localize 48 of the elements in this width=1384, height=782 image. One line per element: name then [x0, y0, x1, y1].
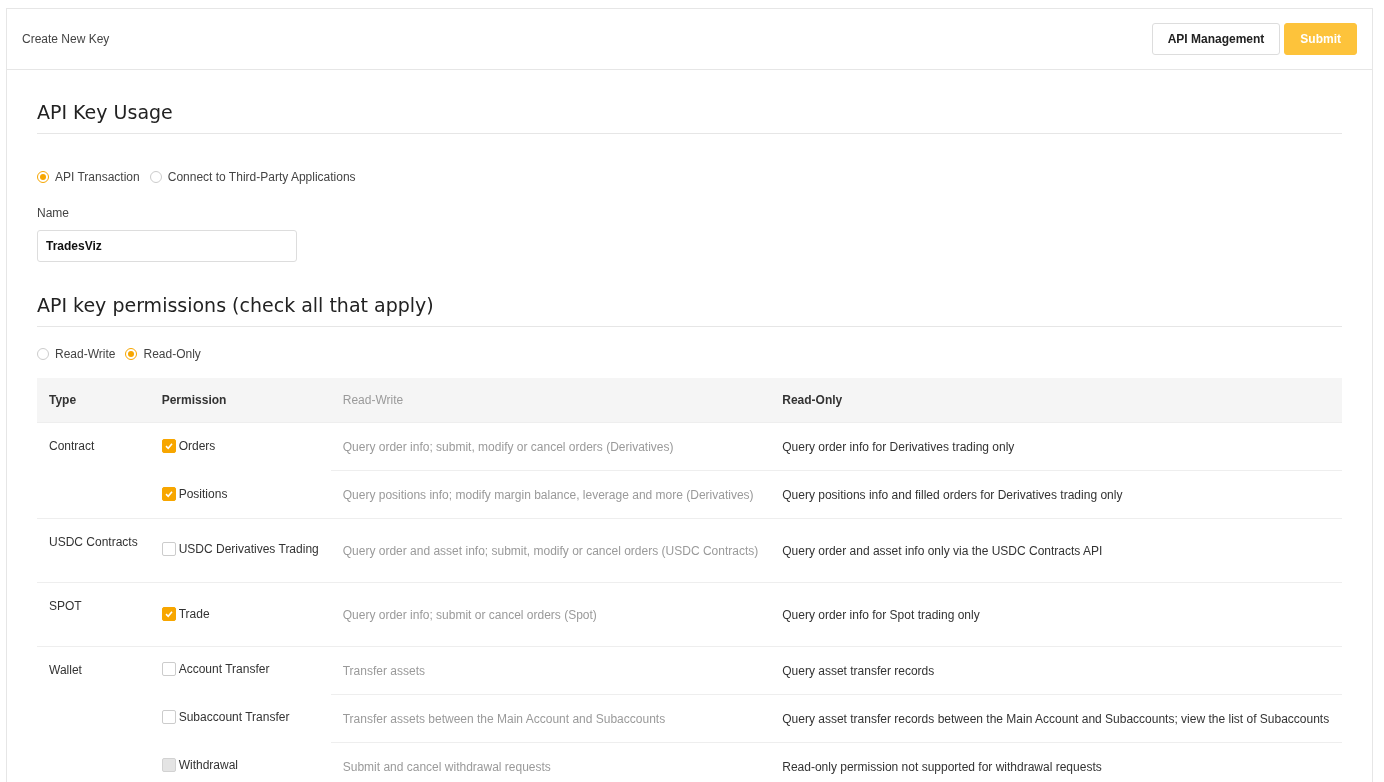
management-button[interactable]: API Management: [1151, 23, 1281, 55]
radio-option[interactable]: Read-Write: [37, 347, 116, 361]
radio-icon[interactable]: [37, 348, 49, 360]
description-cell: Query asset transfer records between the Main Account and Subaccounts; view the list of Subaccounts: [782, 711, 1330, 726]
section-heading: API Key Usage: [37, 101, 1342, 134]
description-cell: Query order and asset info; submit, modify or cancel orders (USDC Contracts): [342, 543, 759, 558]
radio-icon[interactable]: [37, 171, 49, 183]
description-cell: Query order and asset info only via the USDC Contracts API: [782, 543, 1103, 558]
checkbox-icon[interactable]: [161, 710, 176, 724]
permission-checkbox[interactable]: USDC Derivatives Trading: [161, 542, 319, 556]
description-cell: Transfer assets: [342, 663, 425, 678]
description-cell: Submit and cancel withdrawal requests: [342, 759, 551, 774]
description-cell: Query order info for Spot trading only: [782, 607, 980, 622]
description-cell: Transfer assets between the Main Account and Subaccounts: [342, 711, 666, 726]
column-header: Type: [49, 393, 77, 407]
type-cell: Wallet: [49, 663, 82, 677]
section-heading: API key permissions (check all that apply): [37, 294, 1342, 327]
permission-checkbox[interactable]: Subaccount Transfer: [161, 710, 290, 724]
description-cell: Read-only permission not supported for withdrawal requests: [782, 759, 1102, 774]
checkbox-icon[interactable]: [161, 542, 176, 556]
type-cell: USDC Contracts: [49, 535, 138, 549]
checkbox-icon[interactable]: [161, 486, 176, 501]
radio-icon[interactable]: [149, 171, 162, 183]
permission-checkbox[interactable]: Positions: [161, 486, 228, 501]
column-header: Read-Write: [342, 393, 404, 407]
permission-checkbox[interactable]: Orders: [161, 439, 216, 454]
column-header: Read-Only: [782, 393, 843, 407]
radio-option[interactable]: Read-Only: [125, 347, 201, 361]
page-title: Create New Key: [22, 32, 110, 46]
checkbox-icon[interactable]: [161, 607, 176, 621]
description-cell: Query positions info; modify margin balance, leverage and more (Derivatives): [342, 487, 754, 502]
radio-option[interactable]: Connect to Third-Party Applications: [149, 170, 356, 184]
type-cell: SPOT: [49, 599, 82, 613]
checkbox-icon[interactable]: [161, 439, 176, 454]
description-cell: Query positions info and filled orders for Derivatives trading only: [782, 487, 1123, 502]
radio-option[interactable]: API Transaction: [37, 170, 140, 184]
checkbox-icon[interactable]: [161, 662, 176, 677]
description-cell: Query order info; submit, modify or cancel orders (Derivatives): [342, 439, 674, 454]
description-cell: Query asset transfer records: [782, 663, 935, 678]
name-input-field[interactable]: TradesViz: [37, 230, 297, 262]
permission-checkbox[interactable]: Account Transfer: [161, 662, 270, 677]
permission-checkbox[interactable]: Trade: [161, 607, 210, 621]
field-label: Name: [37, 206, 69, 220]
description-cell: Query order info for Derivatives trading only: [782, 439, 1015, 454]
column-header: Permission: [161, 393, 227, 407]
type-cell: Contract: [49, 439, 95, 453]
radio-icon[interactable]: [125, 348, 138, 360]
description-cell: Query order info; submit or cancel orders (Spot): [342, 607, 597, 622]
